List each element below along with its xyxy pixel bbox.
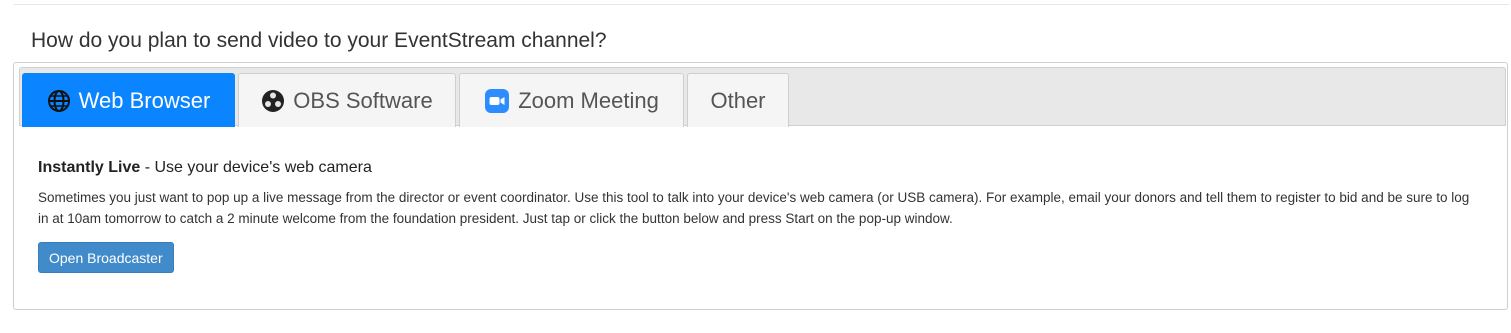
section-heading: Instantly Live - Use your device's web c… [38,159,1478,177]
tab-bar: Web Browser OBS Software Zoom Meeting Ot… [19,67,1506,127]
page-question: How do you plan to send video to your Ev… [31,29,607,52]
send-method-panel: Web Browser OBS Software Zoom Meeting Ot… [13,62,1508,310]
tab-label: Other [710,87,766,113]
section-title: Instantly Live [38,159,141,176]
tab-label: Zoom Meeting [518,87,659,113]
globe-icon [47,89,71,113]
tab-label: Web Browser [78,87,211,113]
tab-zoom-meeting[interactable]: Zoom Meeting [459,73,684,127]
tab-other[interactable]: Other [687,73,789,127]
obs-icon [261,89,285,113]
tab-obs-software[interactable]: OBS Software [238,73,456,127]
open-broadcaster-button[interactable]: Open Broadcaster [38,242,174,273]
tab-content-web-browser: Instantly Live - Use your device's web c… [38,159,1478,273]
tab-web-browser[interactable]: Web Browser [22,73,235,127]
section-description: Sometimes you just want to pop up a live… [38,190,1470,226]
section-subtitle: - Use your device's web camera [140,159,372,176]
zoom-icon [484,88,510,114]
top-divider [14,4,1509,5]
tab-label: OBS Software [293,87,433,113]
